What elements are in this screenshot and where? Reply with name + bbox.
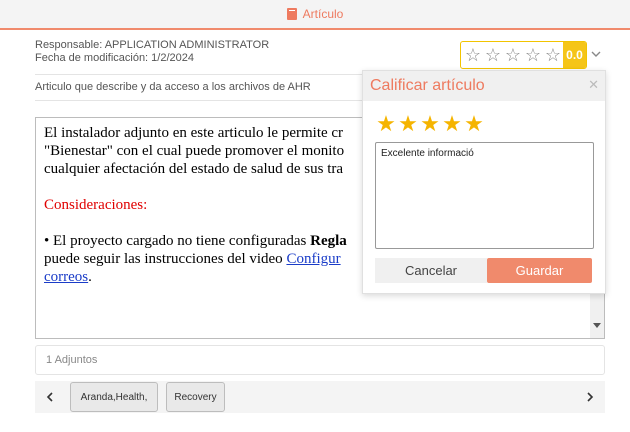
body-line: • El proyecto cargado no tiene configura… bbox=[44, 233, 311, 249]
star-empty-icon[interactable]: ☆ bbox=[543, 42, 563, 68]
considerations-heading: Consideraciones: bbox=[44, 197, 148, 213]
rating-score: 0.0 bbox=[563, 42, 586, 68]
tag-item[interactable]: Aranda,Health, bbox=[70, 382, 158, 412]
popup-rating-stars[interactable]: ★ ★ ★ ★ ★ bbox=[375, 111, 485, 137]
star-filled-icon[interactable]: ★ bbox=[397, 111, 419, 137]
popup-header: Calificar artículo bbox=[363, 71, 605, 101]
divider bbox=[35, 74, 365, 75]
attachments-count[interactable]: 1 Adjuntos bbox=[46, 354, 97, 366]
tags-carousel: Aranda,Health, Recovery bbox=[35, 381, 605, 413]
video-link-continued[interactable]: correos bbox=[44, 269, 88, 285]
star-filled-icon[interactable]: ★ bbox=[441, 111, 463, 137]
star-empty-icon[interactable]: ☆ bbox=[463, 42, 483, 68]
body-line: cualquier afectación del estado de salud… bbox=[44, 161, 344, 177]
tag-item[interactable]: Recovery bbox=[166, 382, 225, 412]
chevron-left-icon[interactable] bbox=[35, 381, 65, 413]
chevron-right-icon[interactable] bbox=[575, 381, 605, 413]
attachments-bar[interactable]: 1 Adjuntos bbox=[35, 345, 605, 375]
star-filled-icon[interactable]: ★ bbox=[463, 111, 485, 137]
rate-article-popup: Calificar artículo ✕ ★ ★ ★ ★ ★ Excelente… bbox=[362, 70, 606, 294]
bold-text: Regla bbox=[310, 233, 347, 249]
star-empty-icon[interactable]: ☆ bbox=[503, 42, 523, 68]
star-filled-icon[interactable]: ★ bbox=[419, 111, 441, 137]
rating-stars[interactable]: ☆ ☆ ☆ ☆ ☆ bbox=[461, 42, 563, 68]
body-line: puede seguir las instrucciones del video bbox=[44, 251, 287, 267]
star-empty-icon[interactable]: ☆ bbox=[523, 42, 543, 68]
article-description: Articulo que describe y da acceso a los … bbox=[35, 81, 311, 93]
cancel-button[interactable]: Cancelar bbox=[375, 258, 487, 283]
body-line: "Bienestar" con el cual puede promover e… bbox=[44, 143, 345, 159]
book-icon bbox=[286, 8, 297, 20]
body-text: . bbox=[88, 269, 92, 285]
modified-date-text: Fecha de modificación: 1/2/2024 bbox=[35, 52, 194, 64]
popup-title: Calificar artículo bbox=[370, 77, 485, 94]
video-link[interactable]: Configur bbox=[286, 251, 340, 267]
article-tab-bar: Artículo bbox=[0, 0, 630, 30]
close-icon[interactable]: ✕ bbox=[588, 77, 599, 93]
body-line: El instalador adjunto en este articulo l… bbox=[44, 125, 344, 141]
responsible-text: Responsable: APPLICATION ADMINISTRATOR bbox=[35, 39, 270, 51]
scroll-down-icon[interactable] bbox=[593, 323, 601, 328]
star-filled-icon[interactable]: ★ bbox=[375, 111, 397, 137]
star-empty-icon[interactable]: ☆ bbox=[483, 42, 503, 68]
article-meta: Responsable: APPLICATION ADMINISTRATOR F… bbox=[35, 39, 269, 65]
save-button[interactable]: Guardar bbox=[487, 258, 592, 283]
rating-widget[interactable]: ☆ ☆ ☆ ☆ ☆ 0.0 bbox=[460, 41, 587, 69]
comment-field[interactable]: Excelente informació bbox=[375, 142, 594, 249]
tab-article[interactable]: Artículo bbox=[303, 7, 344, 21]
chevron-down-icon[interactable] bbox=[590, 47, 602, 61]
